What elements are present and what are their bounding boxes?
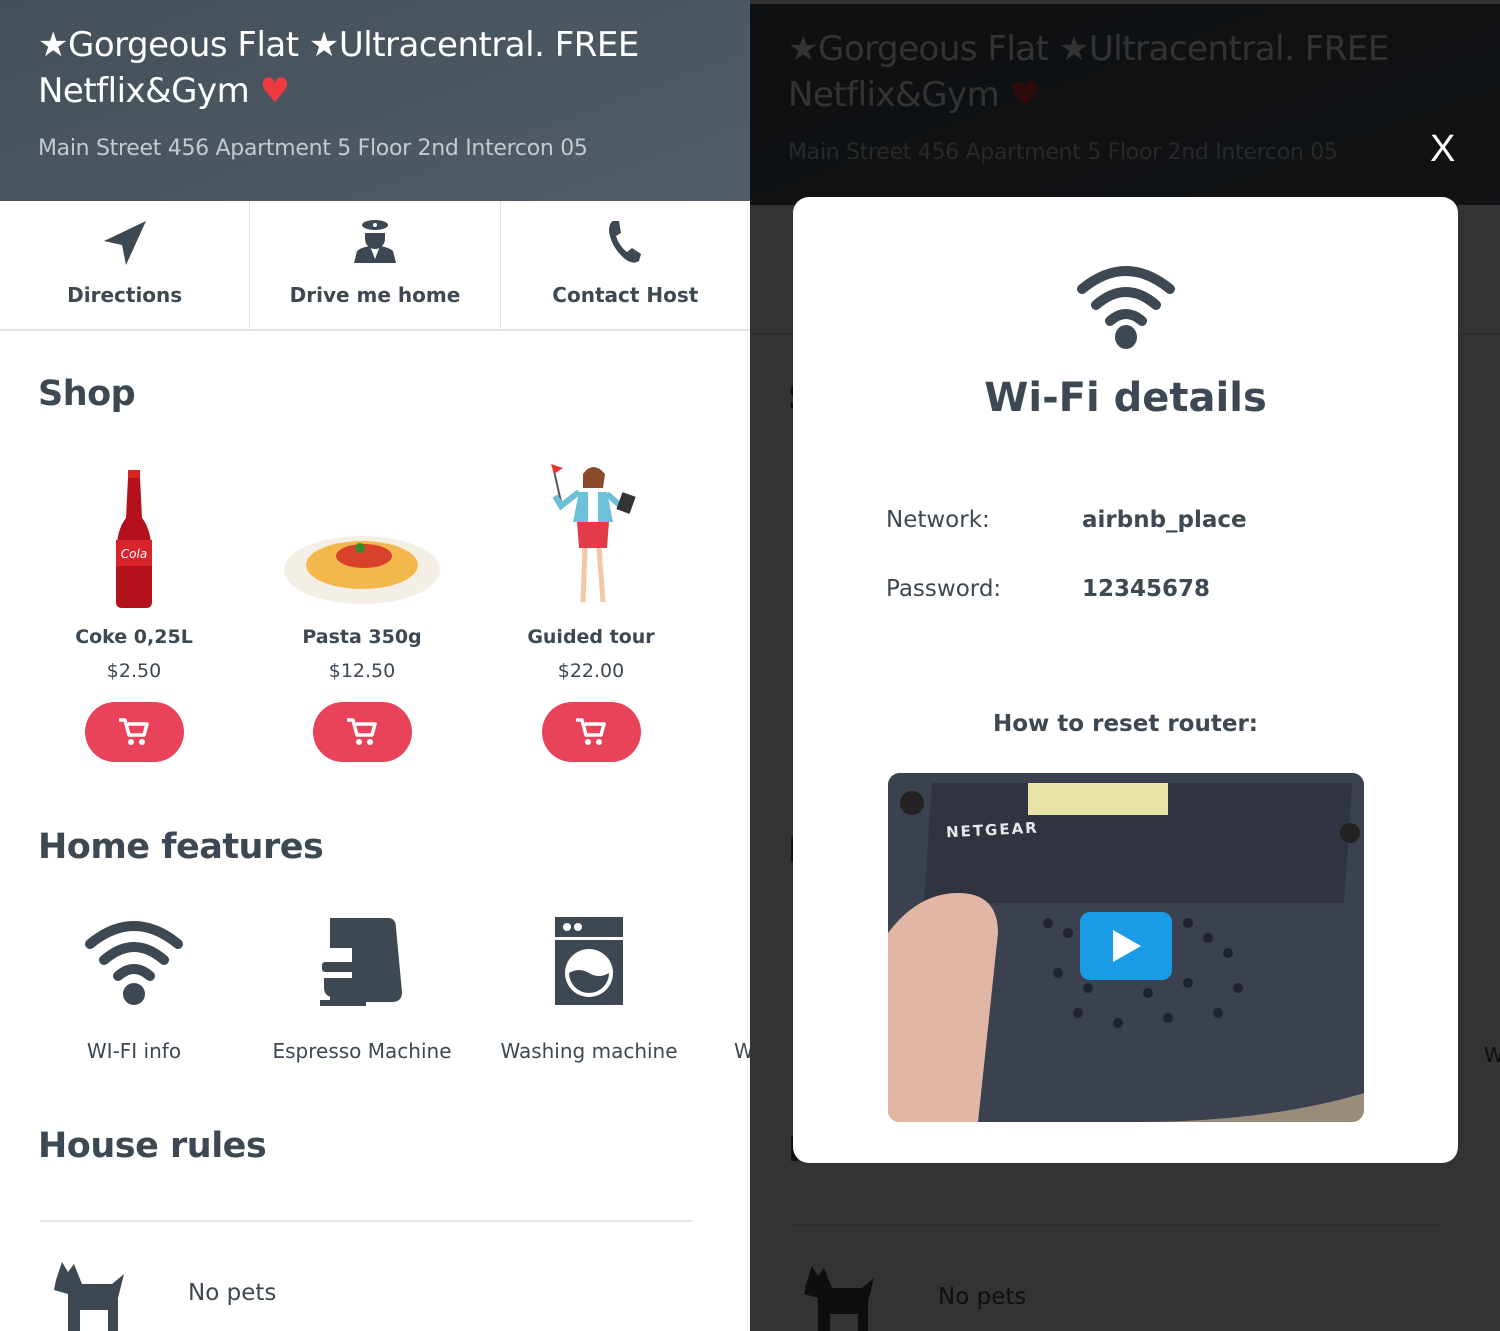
directions-button[interactable]: Directions xyxy=(0,201,251,329)
close-button[interactable]: X xyxy=(1430,128,1455,171)
phone-icon xyxy=(609,221,642,263)
play-icon xyxy=(1113,930,1141,962)
cart-icon xyxy=(576,718,606,745)
product-price: $12.50 xyxy=(328,660,396,682)
feature-washing-machine[interactable]: Washing machine xyxy=(474,915,704,1063)
tour-guide-image xyxy=(551,464,636,603)
listing-screen: ★Gorgeous Flat ★Ultracentral. FREE Netfl… xyxy=(0,0,750,1331)
pasta-plate-image xyxy=(284,536,440,604)
star-icon: ★ xyxy=(308,25,339,65)
cart-icon xyxy=(347,718,377,745)
add-to-cart-button[interactable] xyxy=(84,702,184,762)
play-button[interactable] xyxy=(1080,912,1172,980)
product-card: Cola Coke 0,25L $2.50 xyxy=(34,455,234,762)
product-price: $2.50 xyxy=(106,660,162,682)
password-value: 12345678 xyxy=(1082,576,1211,602)
password-row: Password: 12345678 xyxy=(886,576,1211,602)
product-card: Guided tour $22.00 xyxy=(491,455,691,762)
feature-espresso-machine[interactable]: Espresso Machine xyxy=(247,915,477,1063)
coke-bottle-image: Cola xyxy=(116,470,152,608)
shop-heading: Shop xyxy=(38,374,136,414)
reset-router-heading: How to reset router: xyxy=(993,711,1258,737)
network-row: Network: airbnb_place xyxy=(886,507,1247,533)
product-card: Pasta 350g $12.50 xyxy=(262,455,462,762)
feature-wifi[interactable]: WI-FI info xyxy=(19,915,249,1063)
wifi-icon xyxy=(85,921,183,1005)
reset-router-video[interactable]: NETGEAR xyxy=(888,773,1364,1122)
espresso-machine-icon xyxy=(320,918,402,1006)
product-price: $22.00 xyxy=(557,660,625,682)
washing-machine-icon xyxy=(555,917,623,1005)
cart-icon xyxy=(119,718,149,745)
product-name: Guided tour xyxy=(527,626,655,648)
home-features-heading: Home features xyxy=(38,827,324,867)
dog-icon xyxy=(54,1262,124,1331)
chauffeur-icon xyxy=(353,220,396,263)
divider xyxy=(40,1220,692,1222)
listing-header: ★Gorgeous Flat ★Ultracentral. FREE Netfl… xyxy=(0,0,750,201)
feature-partial[interactable]: W xyxy=(734,915,750,1063)
wifi-modal-screen: ★Gorgeous Flat ★Ultracentral. FREE Netfl… xyxy=(750,0,1500,1331)
contact-host-button[interactable]: Contact Host xyxy=(501,201,750,329)
action-bar: Directions Drive me home Contact Host xyxy=(0,201,750,331)
product-name: Coke 0,25L xyxy=(75,626,193,648)
heart-icon: ♥ xyxy=(259,71,290,111)
svg-text:Cola: Cola xyxy=(121,547,147,561)
drive-me-home-button[interactable]: Drive me home xyxy=(250,201,501,329)
wifi-icon xyxy=(1076,266,1175,349)
add-to-cart-button[interactable] xyxy=(312,702,412,762)
star-icon: ★ xyxy=(38,25,68,65)
product-name: Pasta 350g xyxy=(302,626,422,648)
modal-title: Wi-Fi details xyxy=(984,375,1267,421)
listing-address: Main Street 456 Apartment 5 Floor 2nd In… xyxy=(38,136,588,161)
rule-no-pets: No pets xyxy=(188,1280,277,1306)
wifi-details-modal: Wi-Fi details Network: airbnb_place Passw… xyxy=(793,197,1458,1163)
navigation-arrow-icon xyxy=(103,221,146,265)
listing-title: ★Gorgeous Flat ★Ultracentral. FREE Netfl… xyxy=(38,25,639,111)
network-value: airbnb_place xyxy=(1082,507,1247,533)
house-rules-heading: House rules xyxy=(38,1126,267,1166)
add-to-cart-button[interactable] xyxy=(541,702,641,762)
